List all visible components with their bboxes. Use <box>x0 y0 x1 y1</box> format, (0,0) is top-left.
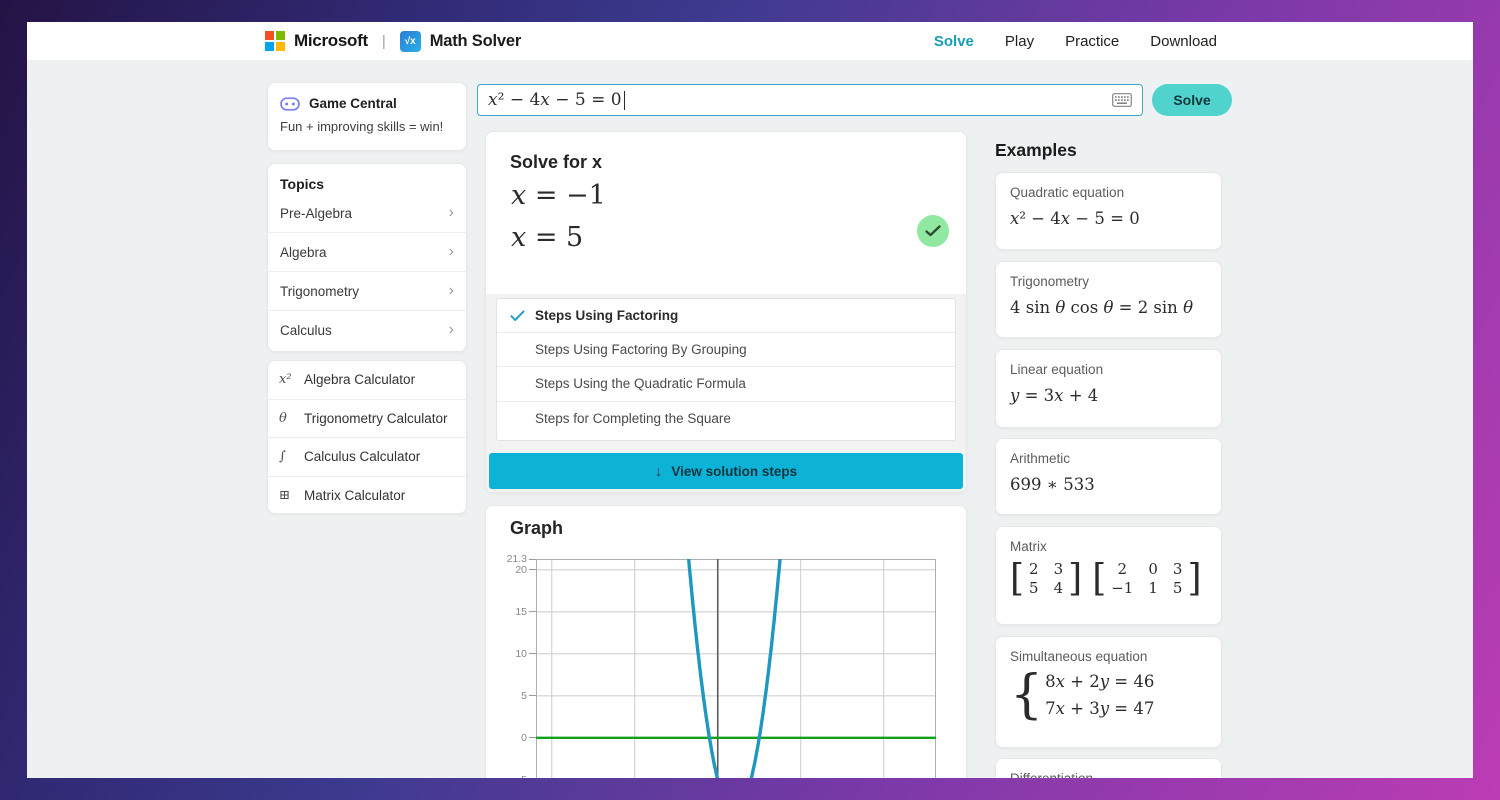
nav-download[interactable]: Download <box>1150 33 1217 50</box>
step-method-quadratic-formula[interactable]: Steps Using the Quadratic Formula <box>497 367 955 401</box>
text-cursor <box>624 91 626 110</box>
example-matrix[interactable]: Matrix [ 2354 ] [ 203−115 ] <box>995 526 1222 625</box>
microsoft-logo-icon[interactable] <box>265 31 285 51</box>
y-tick-label: 0 <box>521 732 536 744</box>
trigonometry-calculator-link[interactable]: θ Trigonometry Calculator <box>268 400 466 439</box>
matrix-pair: [ 2354 ] [ 203−115 ] <box>1010 560 1207 597</box>
game-central-tagline: Fun + improving skills = win! <box>268 111 466 134</box>
matrix-a: [ 2354 ] <box>1010 560 1082 597</box>
example-differentiation[interactable]: Differentiation <box>995 758 1222 778</box>
example-linear-equation[interactable]: Linear equation y = 3x + 4 <box>995 349 1222 428</box>
chevron-right-icon: › <box>449 244 454 260</box>
x-squared-icon: x² <box>279 372 304 387</box>
topic-pre-algebra[interactable]: Pre-Algebra › <box>268 194 466 233</box>
check-icon <box>510 310 535 322</box>
nav-play[interactable]: Play <box>1005 33 1034 50</box>
chevron-right-icon: › <box>449 322 454 338</box>
solution-root-2: x = 5 <box>511 222 583 253</box>
solution-card: Solve for x x = −1 x = 5 Steps Using Fac… <box>485 131 967 493</box>
equation-input-value: x² − 4x − 5 = 0 <box>488 90 622 110</box>
calculators-card: x² Algebra Calculator θ Trigonometry Cal… <box>267 360 467 514</box>
math-solver-logo-icon[interactable]: √x <box>400 31 421 52</box>
left-brace: { <box>1010 672 1043 719</box>
graph-card: Graph 21.320151050-5 <box>485 505 967 778</box>
brand-group: Microsoft | √x Math Solver <box>265 22 521 60</box>
matrix-b: [ 203−115 ] <box>1092 560 1201 597</box>
desktop-background: { "colors": { "frame_gradient": ["#24134… <box>0 0 1500 800</box>
down-arrow-icon: ↓ <box>655 463 663 480</box>
graph-y-axis-labels: 21.320151050-5 <box>486 559 536 778</box>
game-central-card[interactable]: Game Central Fun + improving skills = wi… <box>267 82 467 151</box>
y-tick-label: -5 <box>518 774 536 778</box>
game-central-title: Game Central <box>309 96 397 111</box>
y-tick-label: 10 <box>515 648 536 660</box>
nav-solve[interactable]: Solve <box>934 33 974 50</box>
graph-heading: Graph <box>510 518 563 539</box>
chevron-right-icon: › <box>449 205 454 221</box>
gamepad-icon <box>280 97 300 111</box>
nav-practice[interactable]: Practice <box>1065 33 1119 50</box>
equation-input[interactable]: x² − 4x − 5 = 0 <box>477 84 1143 116</box>
example-simultaneous-equation[interactable]: Simultaneous equation { 8x + 2y = 46 7x … <box>995 636 1222 748</box>
equation-system: { 8x + 2y = 46 7x + 3y = 47 <box>1010 668 1207 722</box>
top-bar: Microsoft | √x Math Solver Solve Play Pr… <box>27 22 1473 60</box>
virtual-keyboard-icon[interactable] <box>1112 93 1132 107</box>
brand-divider: | <box>382 33 386 50</box>
example-quadratic-equation[interactable]: Quadratic equation x² − 4x − 5 = 0 <box>995 172 1222 250</box>
solution-root-1: x = −1 <box>511 180 606 211</box>
y-tick-label: 5 <box>521 690 536 702</box>
view-solution-steps-button[interactable]: ↓ View solution steps <box>489 453 963 489</box>
app-title[interactable]: Math Solver <box>430 32 521 51</box>
step-method-completing-square[interactable]: Steps for Completing the Square <box>497 402 955 436</box>
steps-zone: Steps Using Factoring Steps Using Factor… <box>486 294 966 492</box>
y-tick-label: 20 <box>515 564 536 576</box>
solution-heading: Solve for x <box>510 152 602 173</box>
graph-plot-area[interactable] <box>536 559 936 778</box>
step-method-factoring-by-grouping[interactable]: Steps Using Factoring By Grouping <box>497 333 955 367</box>
step-method-factoring[interactable]: Steps Using Factoring <box>497 299 955 333</box>
topics-title: Topics <box>268 164 466 194</box>
math-solver-page: Microsoft | √x Math Solver Solve Play Pr… <box>27 22 1473 778</box>
topic-trigonometry[interactable]: Trigonometry › <box>268 272 466 311</box>
integral-icon: ∫ <box>279 449 304 464</box>
step-methods-list: Steps Using Factoring Steps Using Factor… <box>496 298 956 441</box>
algebra-calculator-link[interactable]: x² Algebra Calculator <box>268 361 466 400</box>
example-trigonometry[interactable]: Trigonometry 4 sin θ cos θ = 2 sin θ <box>995 261 1222 338</box>
main-nav: Solve Play Practice Download <box>934 22 1217 60</box>
game-central-row: Game Central <box>268 83 466 111</box>
matrix-calculator-link[interactable]: ⊞ Matrix Calculator <box>268 477 466 515</box>
example-arithmetic[interactable]: Arithmetic 699 ∗ 533 <box>995 438 1222 515</box>
theta-icon: θ <box>279 411 304 426</box>
y-tick-label: 15 <box>515 606 536 618</box>
solve-button[interactable]: Solve <box>1152 84 1232 116</box>
topics-card: Topics Pre-Algebra › Algebra › Trigonome… <box>267 163 467 352</box>
topic-calculus[interactable]: Calculus › <box>268 311 466 349</box>
topic-algebra[interactable]: Algebra › <box>268 233 466 272</box>
solution-verified-check-icon <box>917 215 949 247</box>
microsoft-wordmark[interactable]: Microsoft <box>294 31 368 51</box>
chevron-right-icon: › <box>449 283 454 299</box>
matrix-icon: ⊞ <box>279 488 304 503</box>
examples-heading: Examples <box>995 140 1077 161</box>
calculus-calculator-link[interactable]: ∫ Calculus Calculator <box>268 438 466 477</box>
